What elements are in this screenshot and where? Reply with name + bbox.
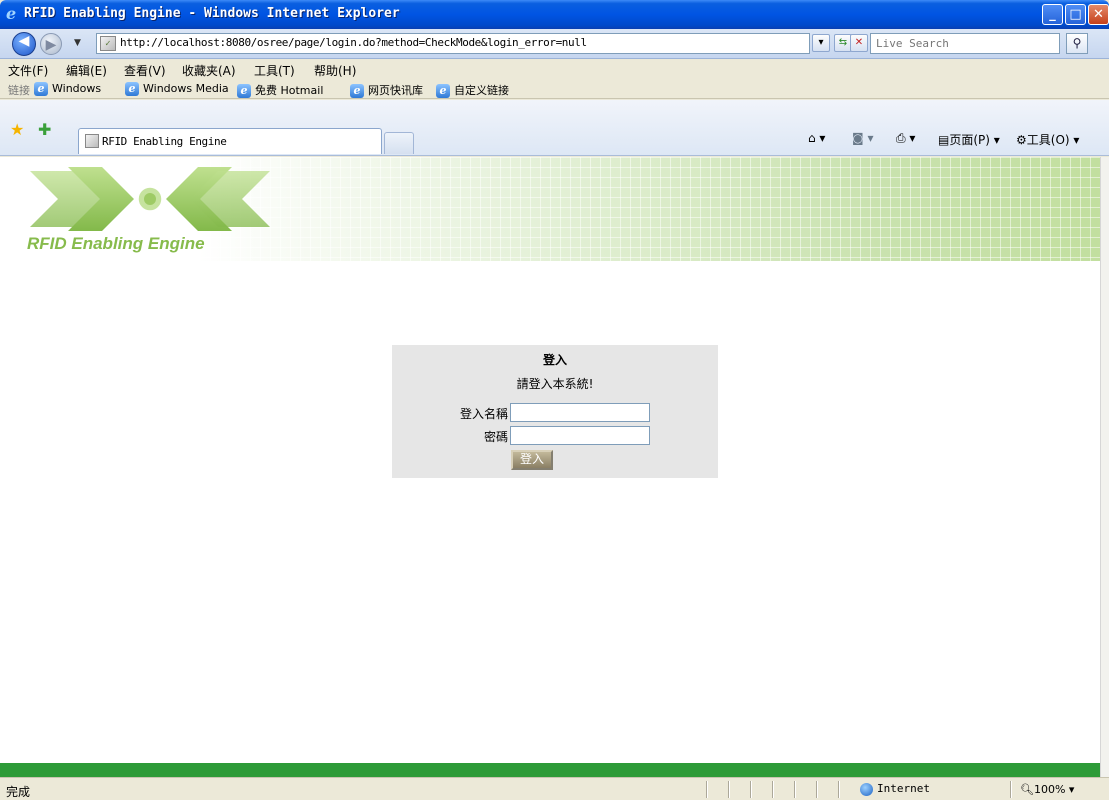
ie-link-icon: e	[350, 84, 364, 98]
footer-bar	[0, 763, 1100, 777]
favorites-star-icon[interactable]: ★	[10, 122, 24, 138]
link-windows-media[interactable]: e Windows Media	[125, 82, 229, 96]
address-dropdown-button[interactable]: ▾	[812, 34, 830, 52]
address-toolbar: ◀ ▶ ▼ ✓ http://localhost:8080/osree/page…	[0, 29, 1109, 59]
tab-bar: ★ ✚ RFID Enabling Engine ⌂ ▾ ◙ ▾ ⎙ ▾ ▤页面…	[0, 100, 1109, 156]
page-menu[interactable]: ▤页面(P) ▾	[938, 131, 1000, 148]
ie-link-icon: e	[237, 84, 251, 98]
link-windows[interactable]: e Windows	[34, 82, 101, 96]
ie-link-icon: e	[125, 82, 139, 96]
link-hotmail[interactable]: e 免费 Hotmail	[237, 82, 323, 98]
feeds-icon[interactable]: ◙ ▾	[852, 131, 873, 145]
page-icon: ▤	[938, 133, 950, 147]
ie-logo-icon: e	[6, 4, 17, 23]
gear-icon: ⚙	[1016, 133, 1027, 147]
tab-label: RFID Enabling Engine	[102, 135, 227, 148]
tools-menu[interactable]: ⚙工具(O) ▾	[1016, 131, 1079, 148]
link-webslice-gallery[interactable]: e 网页快讯库	[350, 82, 423, 98]
username-input[interactable]	[510, 403, 650, 422]
page-icon: ✓	[100, 36, 116, 51]
forward-button[interactable]: ▶	[40, 33, 62, 55]
print-icon[interactable]: ⎙ ▾	[896, 131, 915, 146]
login-title: 登入	[542, 353, 567, 367]
password-input[interactable]	[510, 426, 650, 445]
menu-tools[interactable]: 工具(T)	[254, 62, 295, 79]
login-subtitle: 請登入本系統!	[516, 377, 594, 391]
header-banner: RFID Enabling Engine	[0, 157, 1100, 261]
zoom-icon: 🔍︎	[1020, 783, 1034, 796]
search-box[interactable]	[870, 33, 1060, 54]
vertical-scrollbar[interactable]	[1100, 157, 1109, 777]
password-label: 密碼	[483, 430, 508, 444]
status-bar: 完成 Internet 🔍︎100% ▾	[0, 777, 1109, 800]
new-tab-button[interactable]	[384, 132, 414, 154]
menu-view[interactable]: 查看(V)	[124, 62, 166, 79]
address-url[interactable]: http://localhost:8080/osree/page/login.d…	[120, 36, 587, 49]
search-input[interactable]	[871, 34, 1059, 53]
login-button[interactable]: 登入	[511, 450, 553, 470]
close-button[interactable]: ✕	[1088, 4, 1109, 25]
security-zone[interactable]: Internet	[860, 782, 930, 796]
tab-rfid-enabling-engine[interactable]: RFID Enabling Engine	[78, 128, 382, 154]
address-field[interactable]: ✓ http://localhost:8080/osree/page/login…	[96, 33, 810, 54]
menu-edit[interactable]: 编辑(E)	[66, 62, 107, 79]
ie-link-icon: e	[34, 82, 48, 96]
menu-favorites[interactable]: 收藏夹(A)	[182, 62, 236, 79]
globe-icon	[860, 782, 873, 796]
page-content: RFID Enabling Engine 登入 請登入本系統! 登入名稱 密碼 …	[0, 157, 1100, 777]
maximize-button[interactable]: □	[1065, 4, 1086, 25]
rfid-logo	[30, 167, 270, 231]
home-icon[interactable]: ⌂ ▾	[808, 131, 825, 145]
login-panel: 登入 請登入本系統! 登入名稱 密碼 登入	[392, 345, 718, 478]
window-title: RFID Enabling Engine - Windows Internet …	[24, 6, 400, 21]
menu-help[interactable]: 帮助(H)	[314, 62, 356, 79]
status-text: 完成	[6, 785, 31, 799]
menu-bar: 文件(F) 编辑(E) 查看(V) 收藏夹(A) 工具(T) 帮助(H)	[0, 59, 1109, 79]
minimize-button[interactable]: _	[1042, 4, 1063, 25]
history-dropdown-icon[interactable]: ▼	[74, 38, 81, 48]
menu-file[interactable]: 文件(F)	[8, 62, 48, 79]
zoom-level[interactable]: 🔍︎100% ▾	[1020, 783, 1074, 796]
username-label: 登入名稱	[459, 407, 508, 421]
link-customize[interactable]: e 自定义链接	[436, 82, 509, 98]
tab-favicon-icon	[85, 134, 99, 148]
search-icon[interactable]: ⚲	[1066, 33, 1088, 54]
window-title-bar[interactable]: e RFID Enabling Engine - Windows Interne…	[0, 0, 1109, 29]
links-bar: 链接 e Windows e Windows Media e 免费 Hotmail e…	[0, 79, 1109, 99]
brand-text: RFID Enabling Engine	[27, 234, 205, 253]
add-favorites-icon[interactable]: ✚	[38, 122, 51, 138]
ie-link-icon: e	[436, 84, 450, 98]
links-label: 链接	[8, 84, 30, 97]
stop-button[interactable]: ✕	[850, 34, 868, 52]
back-button[interactable]: ◀	[12, 32, 36, 56]
